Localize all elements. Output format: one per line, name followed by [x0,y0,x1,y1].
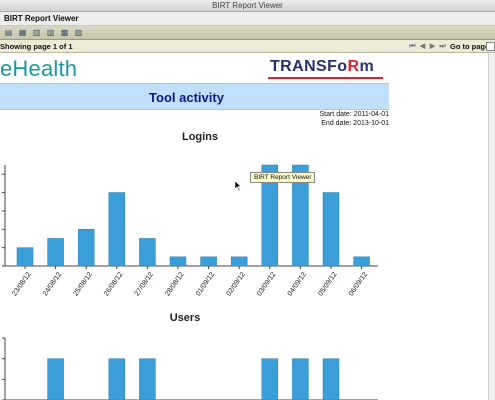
logins-x-tick-label: 24/08/12 [42,271,63,297]
charts-area: 23/08/12 24/08/12 25/08/12 26/08/12 27/08/12… [2,164,378,400]
app-header: BIRT Report Viewer [0,12,495,26]
users-bar [292,358,309,400]
print-server-icon[interactable]: ▨ [74,28,83,37]
page-status: Showing page 1 of 1 [0,42,73,51]
logins-bar [353,256,370,267]
previous-page-icon[interactable]: ◀ [419,43,426,50]
tooltip: BIRT Report Viewer [250,172,316,183]
window-titlebar: BIRT Report Viewer [0,0,495,12]
users-bar [108,358,126,400]
logins-x-tick-label: 01/09/12 [195,271,216,297]
users-bar [47,358,64,400]
print-icon[interactable]: ▩ [60,28,69,37]
logins-x-tick-label: 23/08/12 [11,271,32,297]
next-page-icon[interactable]: ▶ [429,43,436,50]
logins-x-tick-label: 06/09/12 [348,271,369,297]
users-bar [322,358,340,400]
logins-x-tick-label: 25/08/12 [72,271,93,297]
logins-bar [322,192,340,267]
logins-bar [139,238,156,267]
logins-x-tick-label: 04/09/12 [287,271,308,297]
window-title: BIRT Report Viewer [212,1,283,10]
users-bar [139,358,156,400]
logins-x-tick-label: 05/09/12 [317,271,338,297]
logins-bar [230,256,248,267]
logins-bar [200,256,217,267]
first-page-icon[interactable]: ⏮ [409,43,416,50]
export-report-icon[interactable]: ▧ [46,28,55,37]
logins-x-tick-label: 27/08/12 [134,271,155,297]
logins-bar [77,229,95,267]
logins-bar [108,192,126,267]
logins-bar [16,247,34,267]
last-page-icon[interactable]: ⏭ [439,43,446,50]
page-navigation-bar: Showing page 1 of 1 ⏮ ◀ ▶ ⏭ Go to page: [0,40,495,53]
logins-bar [47,238,64,267]
report-toolbar: ▤ ▦ ▥ ▧ ▩ ▨ [0,26,495,40]
app-name: BIRT Report Viewer [4,14,79,23]
logins-x-tick-label: 03/09/12 [256,271,277,297]
mouse-cursor-icon [235,181,242,191]
toc-icon[interactable]: ▤ [4,28,13,37]
logins-x-tick-label: 26/08/12 [103,271,124,297]
logins-x-tick-label: 02/09/12 [225,271,246,297]
users-bar [261,358,279,400]
parameters-icon[interactable]: ▦ [18,28,27,37]
logins-bar [169,256,187,267]
goto-page-input[interactable] [486,42,495,51]
report-canvas: eHealth TRANSFoRm Tool activity Start da… [0,53,495,400]
vertical-scrollbar[interactable] [488,53,495,400]
logins-x-tick-label: 28/08/12 [164,271,185,297]
export-data-icon[interactable]: ▥ [32,28,41,37]
